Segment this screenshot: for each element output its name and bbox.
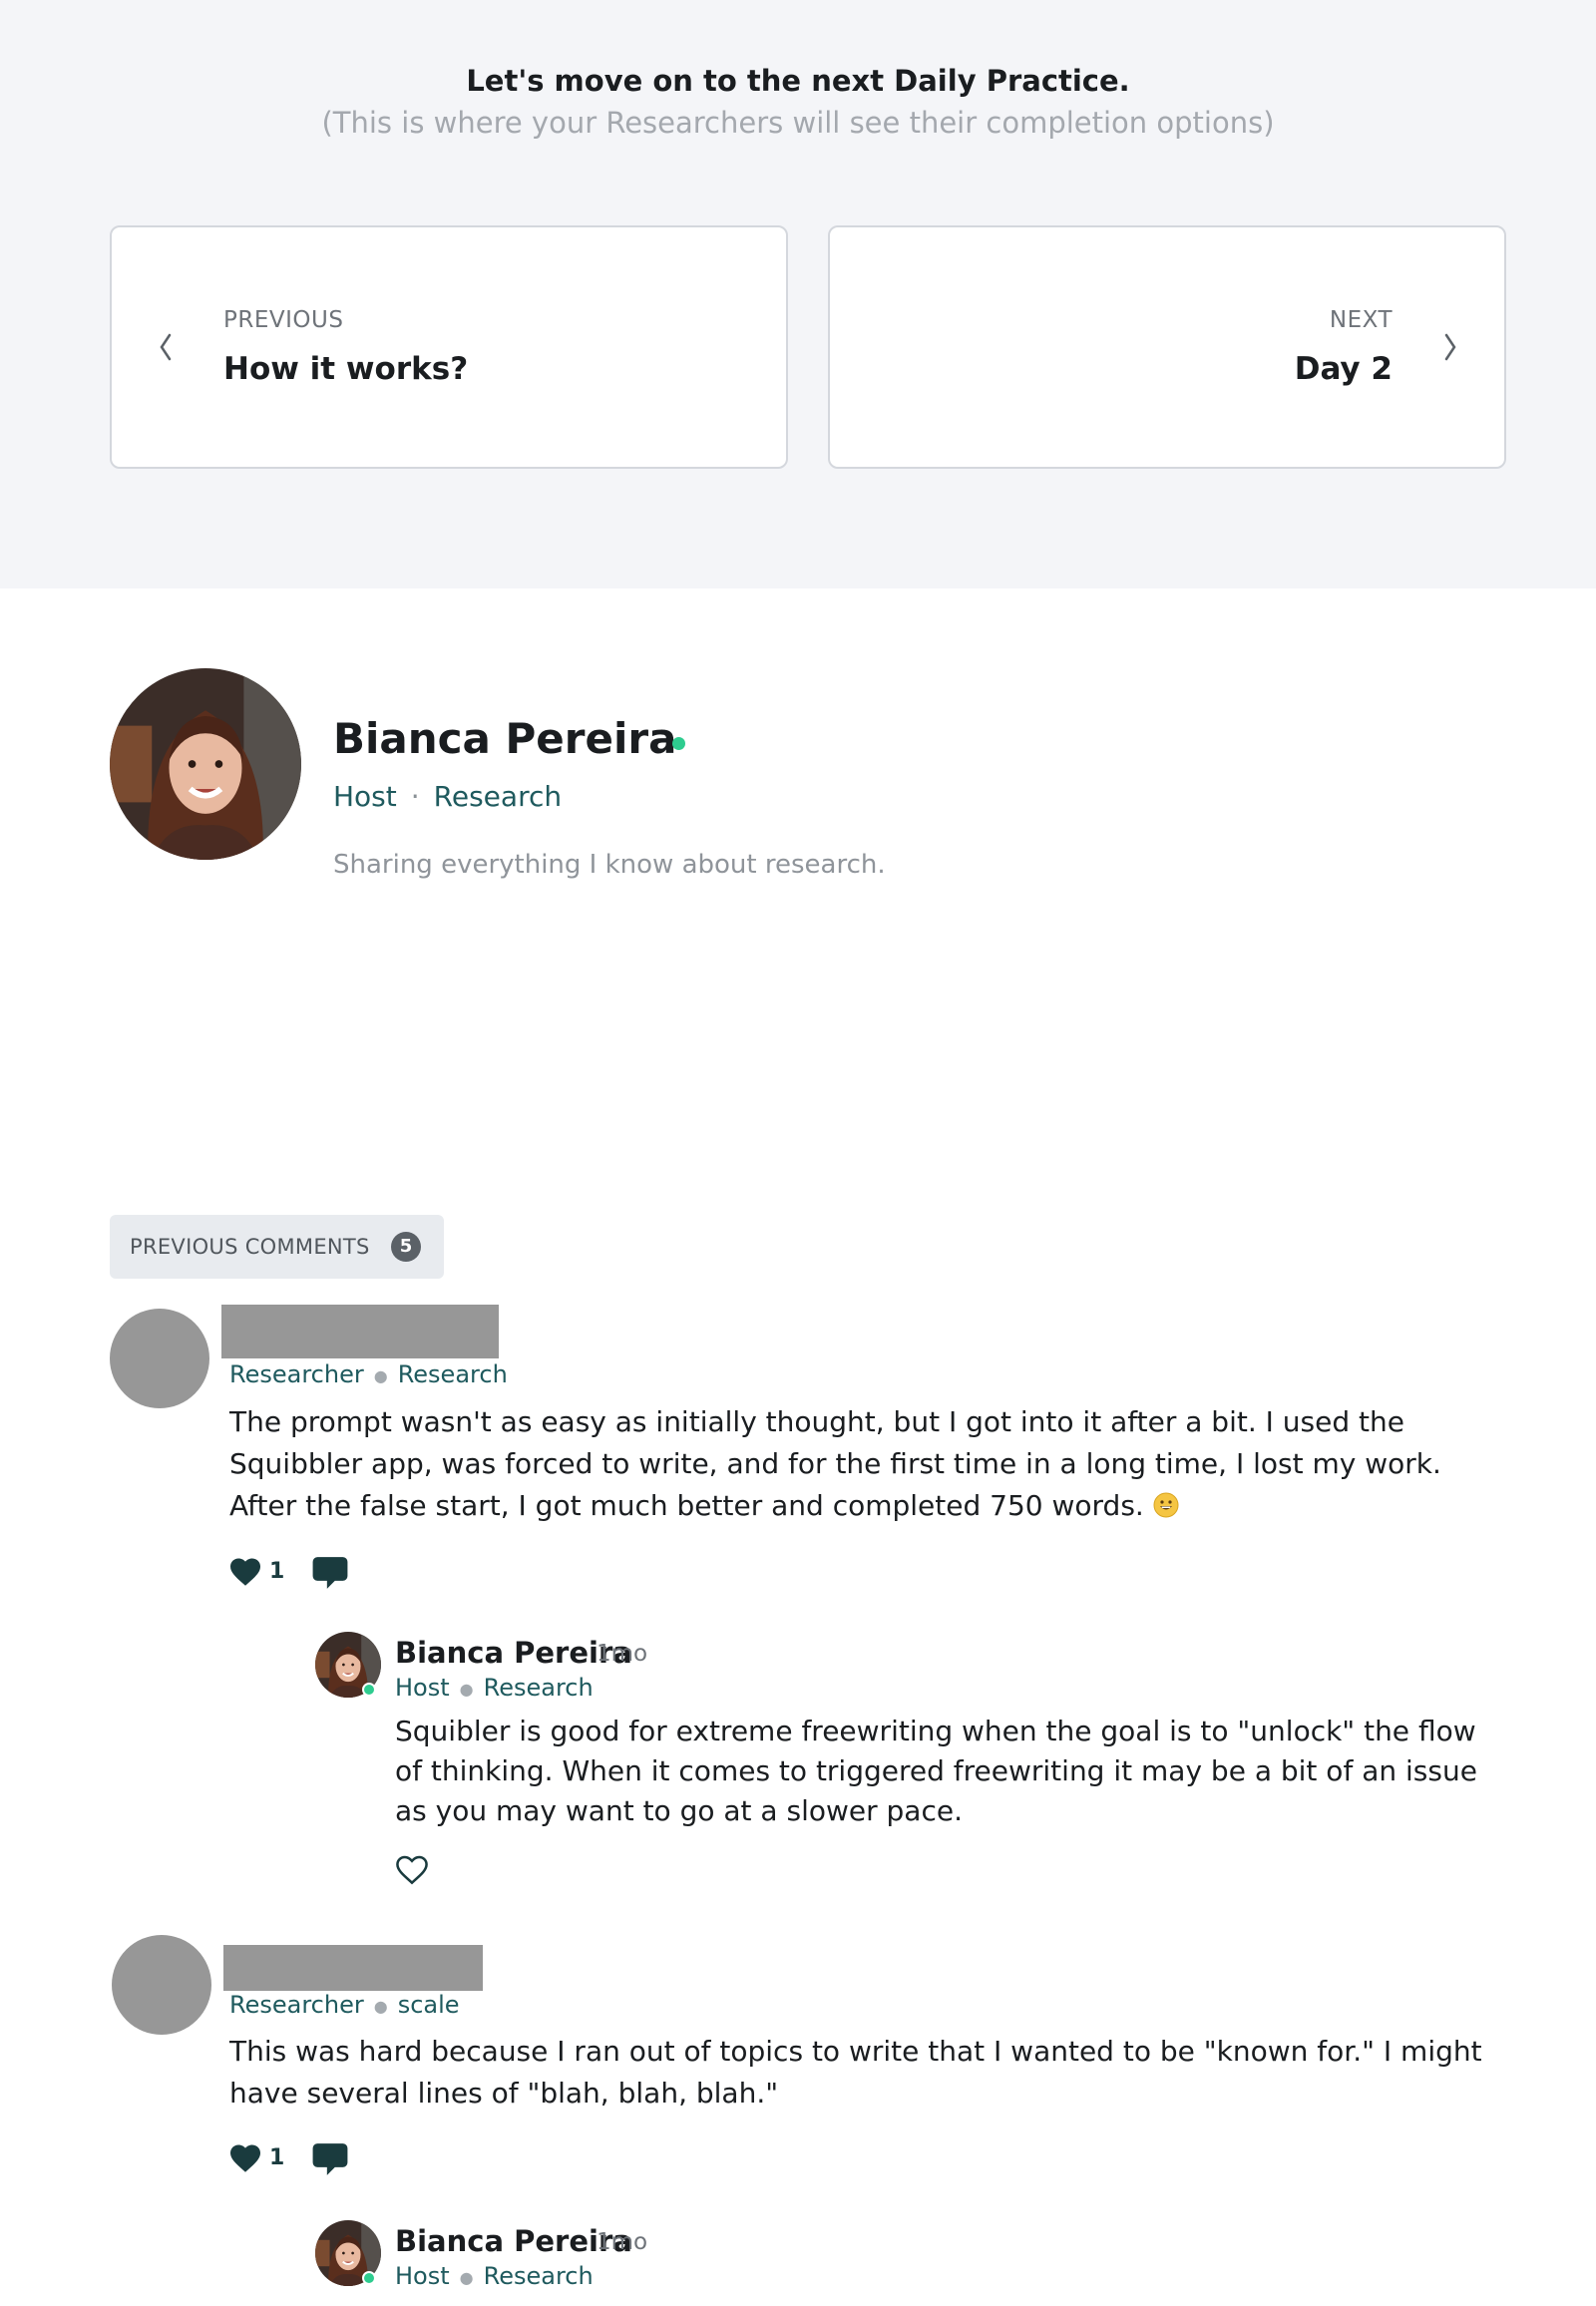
- reply-author-role: Host: [395, 2262, 450, 2290]
- commenter-meta: Researcher ● scale: [229, 1991, 460, 2019]
- previous-comments-count: 5: [391, 1232, 421, 1262]
- chevron-left-icon: [160, 333, 172, 361]
- next-label: NEXT: [1329, 307, 1393, 333]
- reply-author-meta: Host ● Research: [395, 1674, 594, 1702]
- host-avatar-image: [110, 668, 301, 860]
- host-role: Host: [333, 780, 397, 813]
- previous-lesson-title: How it works?: [223, 351, 469, 387]
- reply-time: 1mo: [597, 2229, 648, 2255]
- commenter-community[interactable]: Research: [398, 1360, 508, 1388]
- redacted-commenter-name: [221, 1305, 499, 1358]
- commenter-avatar[interactable]: [112, 1935, 211, 2035]
- chevron-right-icon: [1444, 333, 1456, 361]
- commenter-role: Researcher: [229, 1991, 364, 2019]
- host-bio: Sharing everything I know about research…: [333, 850, 886, 880]
- previous-comments-button[interactable]: PREVIOUS COMMENTS 5: [110, 1215, 444, 1279]
- like-count: 1: [269, 1559, 285, 1584]
- host-avatar[interactable]: [110, 668, 301, 860]
- reply-bubble-icon[interactable]: [311, 2140, 349, 2178]
- reply-author-community[interactable]: Research: [484, 1674, 594, 1702]
- redacted-commenter-name: [223, 1945, 483, 1991]
- previous-comments-label: PREVIOUS COMMENTS: [130, 1235, 370, 1259]
- commenter-avatar[interactable]: [110, 1309, 209, 1408]
- host-meta: Host · Research: [333, 780, 562, 813]
- comment-text: This was hard because I ran out of topic…: [229, 2035, 1482, 2110]
- next-practice-title: Let's move on to the next Daily Practice…: [466, 64, 1130, 98]
- next-lesson-title: Day 2: [1294, 351, 1393, 387]
- reply-time: 1mo: [597, 1641, 648, 1667]
- comment-text: The prompt wasn't as easy as initially t…: [229, 1401, 1486, 1527]
- reply-author-role: Host: [395, 1674, 450, 1702]
- reply-online-dot: [362, 2271, 376, 2285]
- grinning-face-icon: [1153, 1492, 1179, 1518]
- like-heart-outline-icon[interactable]: [393, 1851, 431, 1889]
- host-name[interactable]: Bianca Pereira: [333, 714, 676, 763]
- commenter-role: Researcher: [229, 1360, 364, 1388]
- comment-text-content: The prompt wasn't as easy as initially t…: [229, 1405, 1441, 1522]
- next-practice-subtitle: (This is where your Researchers will see…: [321, 106, 1275, 140]
- reply-author-community[interactable]: Research: [484, 2262, 594, 2290]
- previous-lesson-card[interactable]: PREVIOUS How it works?: [110, 225, 788, 469]
- meta-separator: ·: [410, 780, 420, 813]
- reply-bubble-icon[interactable]: [311, 1554, 349, 1592]
- commenter-meta: Researcher ● Research: [229, 1360, 508, 1388]
- commenter-community[interactable]: scale: [398, 1991, 460, 2019]
- like-heart-icon[interactable]: [227, 2140, 263, 2176]
- online-status-dot: [672, 737, 685, 750]
- like-heart-icon[interactable]: [227, 1554, 263, 1590]
- meta-dot: ●: [373, 1996, 388, 2016]
- host-community[interactable]: Research: [434, 780, 562, 813]
- previous-label: PREVIOUS: [223, 307, 344, 333]
- meta-dot: ●: [459, 2267, 474, 2287]
- meta-dot: ●: [373, 1365, 388, 1385]
- meta-dot: ●: [459, 1679, 474, 1699]
- next-practice-section: Let's move on to the next Daily Practice…: [0, 0, 1596, 588]
- like-count: 1: [269, 2145, 285, 2170]
- reply-author-meta: Host ● Research: [395, 2262, 594, 2290]
- reply-online-dot: [362, 1683, 376, 1697]
- next-lesson-card[interactable]: NEXT Day 2: [828, 225, 1506, 469]
- reply-text: Squibler is good for extreme freewriting…: [395, 1715, 1477, 1827]
